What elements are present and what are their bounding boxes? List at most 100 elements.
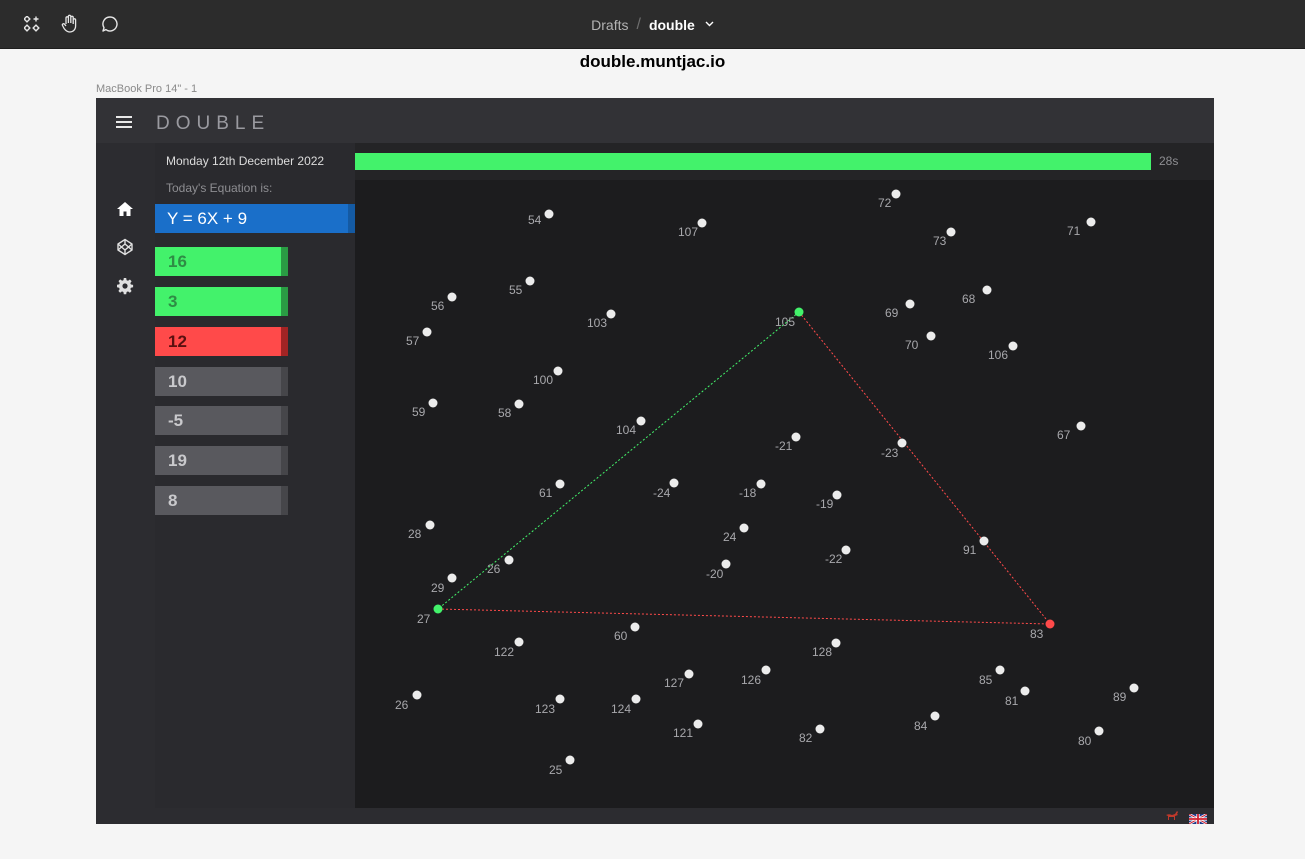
board-node[interactable]	[832, 490, 842, 500]
board-node-label: 56	[431, 299, 445, 313]
settings-gear-icon[interactable]	[115, 276, 135, 296]
board-node[interactable]	[1086, 217, 1096, 227]
board-node[interactable]	[504, 555, 514, 565]
board-node-label: 72	[878, 196, 892, 210]
board-node[interactable]	[897, 438, 907, 448]
equation-label: Today's Equation is:	[166, 181, 273, 195]
board-node-label: 26	[487, 562, 501, 576]
breadcrumb-drafts[interactable]: Drafts	[591, 17, 628, 33]
board-node[interactable]	[630, 622, 640, 632]
timer-progress-bar	[355, 153, 1152, 170]
board-node-label: 83	[1030, 627, 1044, 641]
board-node-label: 103	[587, 316, 607, 330]
board-node-label: 104	[616, 423, 636, 437]
breadcrumb-separator: /	[636, 15, 641, 33]
board-node-label: 126	[741, 673, 761, 687]
board-node[interactable]	[631, 694, 641, 704]
board-node-label: -21	[775, 439, 793, 453]
board-node[interactable]	[831, 638, 841, 648]
file-name[interactable]: double	[649, 17, 695, 33]
board-node[interactable]	[684, 669, 694, 679]
board-node[interactable]	[930, 711, 940, 721]
board-node[interactable]	[926, 331, 936, 341]
board-node[interactable]	[891, 189, 901, 199]
board-node[interactable]	[553, 366, 563, 376]
board-node[interactable]	[422, 327, 432, 337]
board-node[interactable]	[425, 520, 435, 530]
board-node[interactable]	[544, 209, 554, 219]
board-node[interactable]	[982, 285, 992, 295]
board-node[interactable]	[555, 479, 565, 489]
board-node[interactable]	[979, 536, 989, 546]
board-node[interactable]	[514, 399, 524, 409]
board-node-label: 67	[1057, 428, 1071, 442]
timer-text: 28s	[1159, 154, 1179, 168]
uk-flag-icon[interactable]	[1188, 811, 1208, 824]
board-node[interactable]	[794, 307, 804, 317]
board-node[interactable]	[739, 523, 749, 533]
board-node[interactable]	[636, 416, 646, 426]
board-node[interactable]	[565, 755, 575, 765]
board-node-label: 121	[673, 726, 693, 740]
board-node[interactable]	[1076, 421, 1086, 431]
board-node-label: 29	[431, 581, 445, 595]
board-node-label: 106	[988, 348, 1008, 362]
board-node[interactable]	[412, 690, 422, 700]
app-footer	[96, 808, 1214, 824]
board-node[interactable]	[447, 292, 457, 302]
board-node-label: 89	[1113, 690, 1127, 704]
board-node[interactable]	[1020, 686, 1030, 696]
board-node-label: 57	[406, 334, 420, 348]
board-node[interactable]	[447, 573, 457, 583]
board-node[interactable]	[761, 665, 771, 675]
board-node[interactable]	[525, 276, 535, 286]
answer-tile[interactable]: -5	[155, 406, 288, 435]
answer-tile[interactable]: 19	[155, 446, 288, 475]
home-icon[interactable]	[115, 199, 135, 219]
board-node[interactable]	[555, 694, 565, 704]
board-node-label: 91	[963, 543, 977, 557]
board-node[interactable]	[433, 604, 443, 614]
board-node[interactable]	[756, 479, 766, 489]
frame-label[interactable]: MacBook Pro 14" - 1	[96, 83, 197, 95]
board-node[interactable]	[428, 398, 438, 408]
board-node[interactable]	[514, 637, 524, 647]
board-node[interactable]	[946, 227, 956, 237]
board-node[interactable]	[697, 218, 707, 228]
board-node[interactable]	[1129, 683, 1139, 693]
answer-tile[interactable]: 3	[155, 287, 288, 316]
board-node-label: 71	[1067, 224, 1081, 238]
board-node-label: 58	[498, 406, 512, 420]
game-board[interactable]: 72 54 107 73 71 55 56 103 69 68 105 57 70 106 100 59 58 1…	[355, 180, 1214, 808]
board-node-label: 28	[408, 527, 422, 541]
board-node[interactable]	[669, 478, 679, 488]
board-node[interactable]	[1094, 726, 1104, 736]
connection-line	[437, 608, 1051, 625]
board-node[interactable]	[841, 545, 851, 555]
menu-icon[interactable]	[116, 116, 132, 130]
board-node[interactable]	[1008, 341, 1018, 351]
chevron-down-icon[interactable]	[705, 19, 714, 30]
answer-tile[interactable]: 16	[155, 247, 288, 276]
board-node[interactable]	[791, 432, 801, 442]
page-title: double.muntjac.io	[579, 52, 726, 71]
board-node-label: 55	[509, 283, 523, 297]
answer-tile[interactable]: 12	[155, 327, 288, 356]
board-node[interactable]	[995, 665, 1005, 675]
board-node[interactable]	[606, 309, 616, 319]
board-node-label: 61	[539, 486, 553, 500]
answer-tile[interactable]: 8	[155, 486, 288, 515]
board-node-label: -24	[653, 486, 671, 500]
figma-toolbar: Drafts / double	[0, 0, 1305, 49]
app-header: DOUBLE	[96, 98, 1214, 143]
equation-display: Y = 6X + 9	[155, 204, 355, 233]
board-node[interactable]	[905, 299, 915, 309]
board-node-label: 69	[885, 306, 899, 320]
brand-title: DOUBLE	[156, 113, 271, 134]
side-rail	[96, 143, 155, 824]
answer-tile[interactable]: 10	[155, 367, 288, 396]
board-node[interactable]	[815, 724, 825, 734]
board-node[interactable]	[1045, 619, 1055, 629]
codepen-icon[interactable]	[115, 237, 135, 257]
board-node[interactable]	[693, 719, 703, 729]
